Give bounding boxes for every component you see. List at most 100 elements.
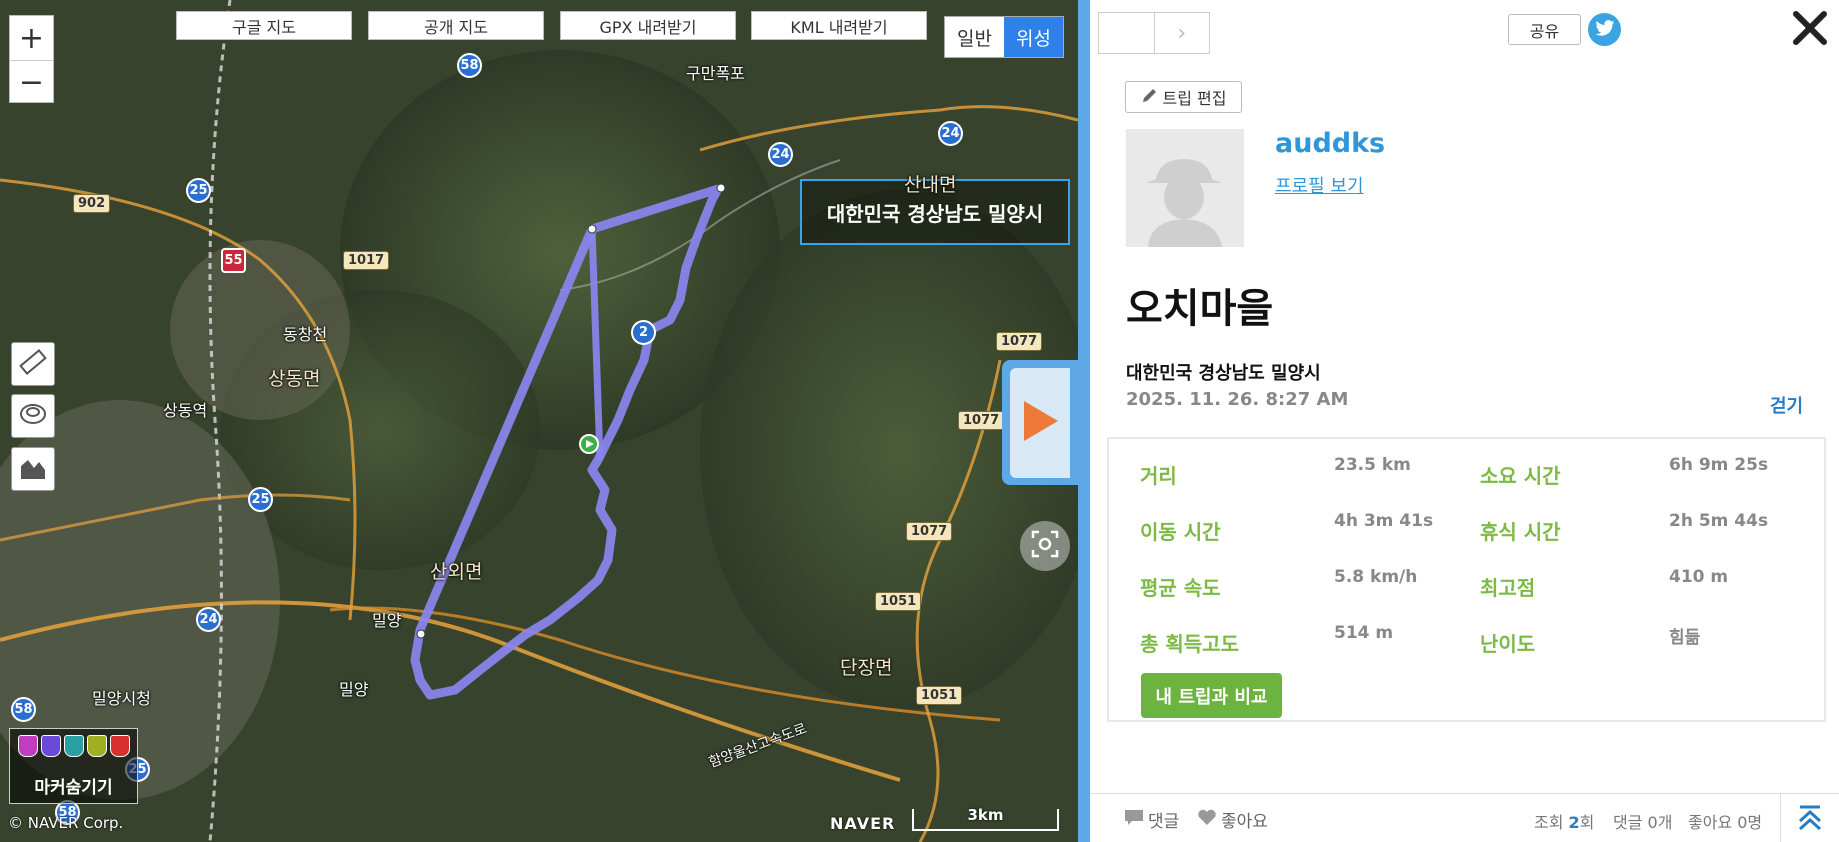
- share-button[interactable]: 공유: [1508, 14, 1581, 45]
- map-label-dongchangcheon: 동창천: [283, 325, 328, 344]
- username[interactable]: auddks: [1275, 128, 1385, 159]
- stat-value-distance: 23.5 km: [1334, 455, 1411, 475]
- google-map-button[interactable]: 구글 지도: [176, 11, 352, 40]
- stat-value-rest-time: 2h 5m 44s: [1669, 511, 1769, 531]
- comment-icon: [1124, 808, 1144, 831]
- view-count-prefix: 조회: [1534, 813, 1569, 832]
- road-badge: 2: [631, 320, 656, 345]
- open-map-button[interactable]: 공개 지도: [368, 11, 544, 40]
- trip-detail-panel: › 공유 트립 편집 auddks 프로필 보기 오치마을 대한민국 경상남도 …: [1090, 0, 1839, 842]
- map-copyright: © NAVER Corp.: [8, 814, 124, 832]
- map-label-danjang: 단장면: [840, 657, 893, 679]
- avatar[interactable]: [1126, 129, 1244, 247]
- stat-value-difficulty: 힘듦: [1669, 628, 1701, 648]
- road-badge: 1017: [343, 251, 390, 270]
- road-badge: 24: [768, 142, 793, 167]
- scroll-top-button[interactable]: [1780, 794, 1839, 842]
- play-route-button[interactable]: [1002, 360, 1078, 485]
- screenshot-button[interactable]: [1020, 521, 1070, 571]
- map-label-sangdong: 상동면: [268, 368, 321, 390]
- stat-label-moving-time: 이동 시간: [1140, 520, 1221, 544]
- stat-label-distance: 거리: [1140, 464, 1177, 488]
- elevation-tool-button[interactable]: [11, 447, 55, 491]
- edit-trip-label: 트립 편집: [1162, 89, 1227, 108]
- zoom-in-button[interactable]: +: [10, 16, 53, 60]
- stat-label-elevation-gain: 총 획득고도: [1140, 632, 1239, 656]
- road-badge: 58: [11, 697, 36, 722]
- map-satellite-layer: [0, 0, 1078, 842]
- view-satellite-button[interactable]: 위성: [1004, 17, 1063, 57]
- map-scale-bar: 3km: [912, 806, 1059, 831]
- trip-date: 2025. 11. 26. 8:27 AM: [1126, 389, 1349, 410]
- memo-marker-icon: [87, 735, 107, 757]
- activity-type[interactable]: 걷기: [1770, 392, 1803, 418]
- road-badge: 1077: [996, 332, 1043, 351]
- road-badge: 25: [186, 178, 211, 203]
- area-tool-button[interactable]: [11, 394, 55, 438]
- trip-title: 오치마을: [1126, 286, 1274, 332]
- marker-hide-label: 마커숨기기: [34, 778, 113, 798]
- stat-label-difficulty: 난이도: [1480, 632, 1536, 656]
- kml-download-button[interactable]: KML 내려받기: [751, 11, 927, 40]
- marker-type-icons: [10, 729, 137, 757]
- map-view[interactable]: 구글 지도 공개 지도 GPX 내려받기 KML 내려받기 + − 일반 위성: [0, 0, 1078, 842]
- ruler-icon: [18, 347, 48, 381]
- map-scale-label: 3km: [967, 806, 1004, 824]
- road-badge: 25: [248, 487, 273, 512]
- trip-address: 대한민국 경상남도 밀양시: [1126, 363, 1321, 384]
- close-icon: [1790, 11, 1830, 52]
- video-marker-icon: [41, 735, 61, 757]
- gpx-download-button[interactable]: GPX 내려받기: [560, 11, 736, 40]
- road-badge: 24: [938, 121, 963, 146]
- comment-button[interactable]: 댓글: [1124, 807, 1179, 832]
- trip-nav: ›: [1098, 12, 1210, 54]
- road-badge: 55: [221, 248, 246, 273]
- map-label-sanoe: 산외면: [430, 561, 483, 583]
- stat-value-max-elevation: 410 m: [1669, 567, 1729, 587]
- naver-logo: NAVER: [830, 814, 896, 833]
- twitter-share-button[interactable]: [1588, 13, 1621, 46]
- view-normal-button[interactable]: 일반: [945, 17, 1004, 57]
- note-marker-icon: [64, 735, 84, 757]
- stat-value-avg-speed: 5.8 km/h: [1334, 567, 1418, 587]
- twitter-icon: [1595, 19, 1615, 41]
- pencil-icon: [1141, 86, 1159, 108]
- trip-stats-box: 거리 23.5 km 소요 시간 6h 9m 25s 이동 시간 4h 3m 4…: [1107, 437, 1826, 722]
- elevation-chart-icon: [18, 452, 48, 486]
- view-count-value: 2: [1568, 813, 1580, 832]
- view-count-suffix: 회: [1579, 813, 1595, 832]
- stat-label-rest-time: 휴식 시간: [1480, 520, 1561, 544]
- app-root: 구글 지도 공개 지도 GPX 내려받기 KML 내려받기 + − 일반 위성: [0, 0, 1839, 842]
- map-label-miryang-jc: 밀양: [372, 611, 402, 630]
- map-label-miryang-ic: 밀양: [339, 680, 369, 699]
- stat-value-elevation-gain: 514 m: [1334, 623, 1394, 643]
- prev-trip-button[interactable]: [1099, 13, 1154, 53]
- ruler-tool-button[interactable]: [11, 342, 55, 386]
- next-trip-button[interactable]: ›: [1153, 13, 1210, 53]
- road-badge: 1077: [958, 411, 1005, 430]
- view-mode-toggle: 일반 위성: [944, 16, 1064, 58]
- tape-measure-icon: [18, 399, 48, 433]
- zoom-out-button[interactable]: −: [10, 60, 53, 104]
- road-badge: 24: [196, 607, 221, 632]
- edit-trip-button[interactable]: 트립 편집: [1125, 81, 1242, 113]
- profile-link[interactable]: 프로필 보기: [1275, 172, 1364, 198]
- compare-trip-button[interactable]: 내 트립과 비교: [1141, 673, 1282, 718]
- road-badge: 1077: [906, 522, 953, 541]
- zoom-control: + −: [9, 15, 54, 103]
- stat-label-max-elevation: 최고점: [1480, 576, 1536, 600]
- flag-marker-icon: [110, 735, 130, 757]
- like-label: 좋아요: [1221, 812, 1268, 832]
- heart-icon: [1197, 808, 1217, 831]
- like-button[interactable]: 좋아요: [1197, 807, 1268, 832]
- comment-count: 댓글 0개: [1613, 813, 1673, 832]
- stat-label-duration: 소요 시간: [1480, 464, 1561, 488]
- chevron-right-icon: ›: [1177, 20, 1187, 46]
- marker-hide-control[interactable]: 마커숨기기: [9, 728, 138, 804]
- like-count: 좋아요 0명: [1688, 813, 1763, 832]
- view-count: 조회 2회: [1534, 809, 1594, 833]
- map-panel-divider: [1078, 0, 1090, 842]
- map-label-waterfall: 구만폭포: [686, 64, 745, 83]
- close-button[interactable]: [1790, 8, 1830, 48]
- road-badge: 1051: [875, 592, 922, 611]
